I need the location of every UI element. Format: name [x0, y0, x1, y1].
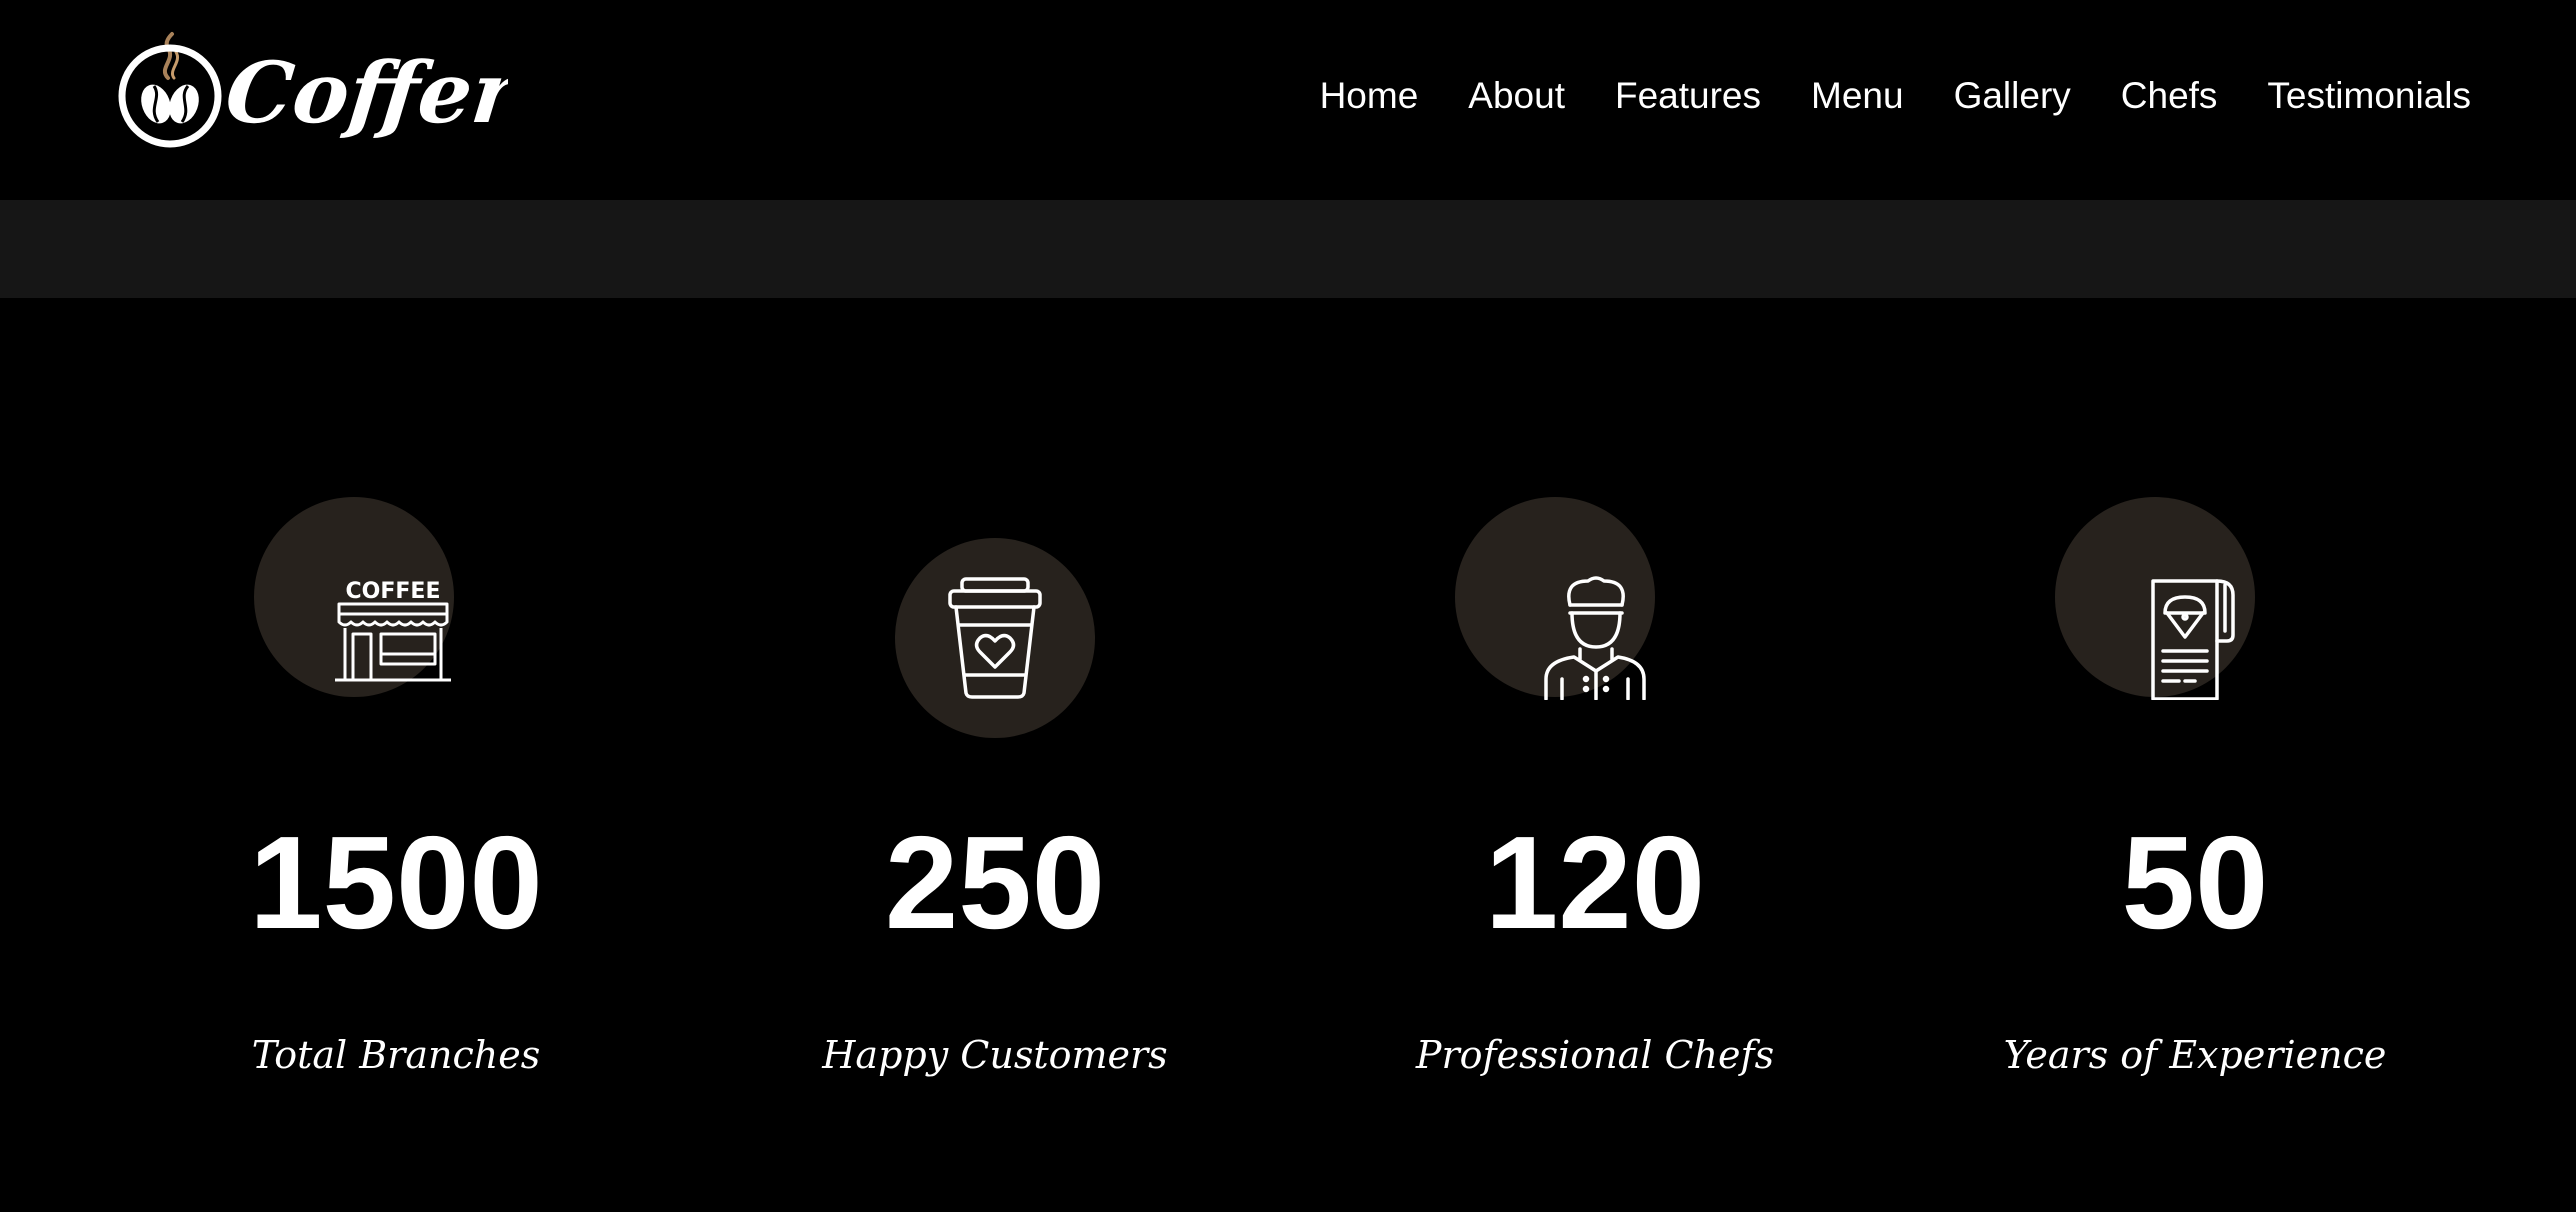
- nav-chefs[interactable]: Chefs: [2121, 70, 2218, 122]
- stat-value: 1500: [249, 809, 543, 956]
- stat-label: Total Branches: [251, 1033, 541, 1077]
- nav-testimonials[interactable]: Testimonials: [2267, 70, 2471, 122]
- nav-home[interactable]: Home: [1320, 70, 1419, 122]
- stat-label: Happy Customers: [822, 1033, 1168, 1077]
- stat-professional-chefs: 120 Professional Chefs: [1295, 490, 1895, 1110]
- stat-years-of-experience: 50 Years of Experience: [1895, 490, 2495, 1110]
- stat-value: 120: [1484, 809, 1706, 956]
- coffee-sign-text: COFFEE: [346, 579, 441, 604]
- header-band: [0, 200, 2576, 298]
- nav-gallery[interactable]: Gallery: [1954, 70, 2071, 122]
- main-nav: Home About Features Menu Gallery Chefs T…: [1320, 70, 2471, 122]
- stat-value: 50: [2121, 809, 2269, 956]
- brand-logo[interactable]: Coffero: [118, 30, 578, 160]
- nav-features[interactable]: Features: [1615, 70, 1761, 122]
- site-header: Coffero Home About Features Menu Gallery…: [0, 0, 2576, 200]
- nav-about[interactable]: About: [1468, 70, 1565, 122]
- coffee-bean-logo-icon: Coffero: [118, 32, 578, 148]
- nav-menu[interactable]: Menu: [1811, 70, 1904, 122]
- stat-happy-customers: 250 Happy Customers: [695, 490, 1295, 1110]
- coffee-shop-icon: COFFEE: [333, 570, 453, 690]
- stat-label: Years of Experience: [2003, 1033, 2387, 1077]
- menu-card-icon: [2145, 575, 2255, 701]
- stat-label: Professional Chefs: [1415, 1033, 1775, 1077]
- coffee-cup-heart-icon: [940, 575, 1050, 700]
- stat-value: 250: [884, 809, 1106, 956]
- stat-total-branches: COFFEE 1500 Total Branches: [96, 490, 696, 1110]
- chef-icon: [1540, 575, 1650, 701]
- brand-wordmark: Coffero: [221, 43, 508, 142]
